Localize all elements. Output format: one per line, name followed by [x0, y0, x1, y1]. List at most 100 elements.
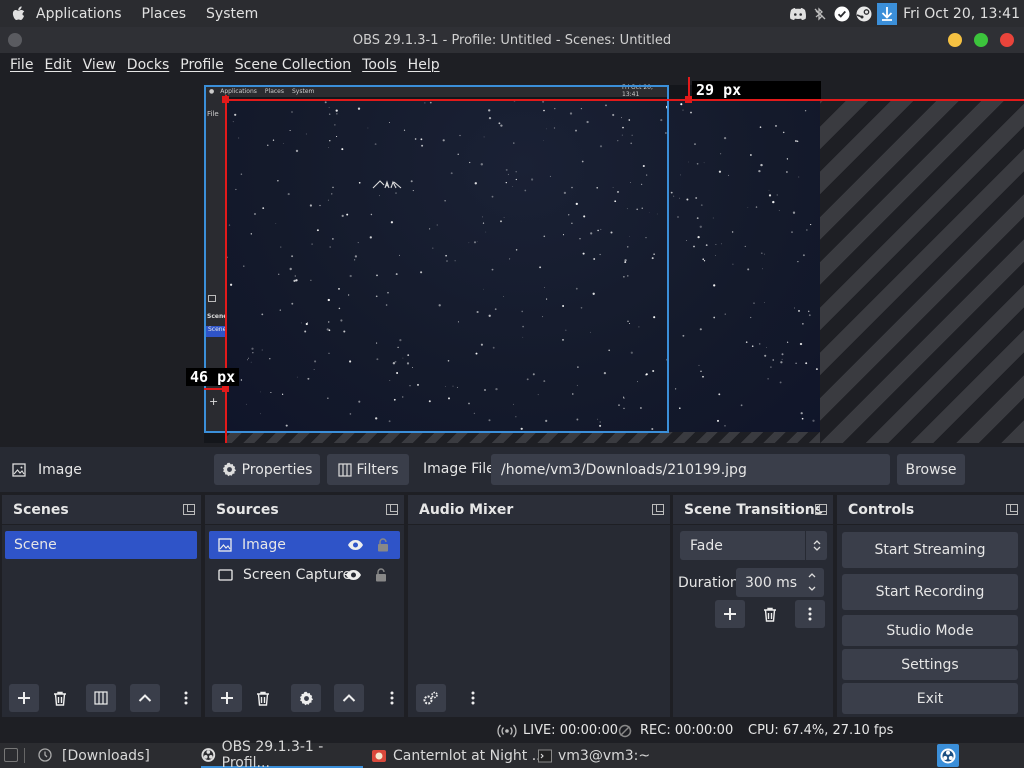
system-menu[interactable]: System [206, 6, 258, 22]
trash-icon [764, 607, 776, 622]
move-scene-up-button[interactable] [130, 684, 160, 712]
star [700, 204, 703, 206]
menu-view[interactable]: View [83, 57, 116, 73]
undock-icon[interactable] [386, 504, 398, 515]
star [758, 169, 761, 173]
download-icon[interactable] [877, 2, 898, 25]
window-title-bar[interactable]: OBS 29.1.3-1 - Profile: Untitled - Scene… [0, 27, 1024, 53]
star [720, 153, 722, 155]
lock-icon[interactable] [377, 538, 389, 552]
sources-dock: Sources Image Screen Capture [205, 495, 404, 717]
start-recording-button[interactable]: Start Recording [842, 574, 1018, 610]
bluetooth-off-icon[interactable] [811, 5, 829, 23]
source-properties-button[interactable] [291, 684, 321, 712]
menu-tools[interactable]: Tools [362, 57, 397, 73]
task-downloads[interactable]: [Downloads] [62, 743, 150, 768]
star [717, 419, 719, 422]
show-desktop-icon[interactable] [4, 748, 18, 762]
menu-help[interactable]: Help [408, 57, 440, 73]
maximize-button[interactable] [974, 33, 988, 47]
star [699, 328, 702, 331]
studio-mode-button[interactable]: Studio Mode [842, 615, 1018, 646]
star [674, 388, 677, 390]
transition-select[interactable]: Fade [680, 531, 827, 560]
checkmark-status-icon[interactable] [833, 5, 851, 23]
task-terminal[interactable]: vm3@vm3:~ [538, 743, 650, 768]
star [697, 235, 700, 239]
menu-scene-collection[interactable]: Scene Collection [235, 57, 351, 73]
visibility-eye-icon[interactable] [345, 569, 362, 581]
star [744, 245, 746, 247]
audio-settings-button[interactable] [416, 684, 446, 712]
remove-scene-button[interactable] [45, 684, 75, 712]
properties-button[interactable]: Properties [214, 454, 320, 485]
source-item-screen-capture[interactable]: Screen Capture [207, 561, 402, 589]
increment-arrow-icon[interactable] [807, 571, 817, 579]
remove-transition-button[interactable] [755, 600, 785, 628]
add-transition-button[interactable] [715, 600, 745, 628]
scene-filters-button[interactable] [86, 684, 116, 712]
undock-icon[interactable] [1006, 504, 1018, 515]
browse-button[interactable]: Browse [897, 454, 965, 485]
scene-list-item[interactable]: Scene [5, 531, 197, 559]
transition-selected: Fade [690, 537, 723, 554]
image-file-path-field[interactable]: /home/vm3/Downloads/210199.jpg [491, 454, 890, 485]
undock-icon[interactable] [652, 504, 664, 515]
star [687, 161, 689, 163]
star [782, 131, 785, 134]
star [812, 419, 815, 422]
filters-button[interactable]: Filters [327, 454, 409, 485]
star [745, 341, 748, 343]
menu-edit[interactable]: Edit [44, 57, 71, 73]
add-scene-button[interactable] [9, 684, 39, 712]
apple-menu-icon[interactable] [10, 5, 28, 23]
clock[interactable]: Fri Oct 20, 13:41 [903, 6, 1020, 22]
task-obs[interactable]: OBS 29.1.3-1 - Profil... [201, 739, 363, 768]
add-source-button[interactable] [212, 684, 242, 712]
close-button[interactable] [1000, 33, 1014, 47]
star [679, 407, 681, 409]
resize-handle-top-left[interactable] [222, 96, 229, 103]
star [696, 217, 699, 219]
decrement-arrow-icon[interactable] [807, 585, 817, 593]
applications-menu[interactable]: Applications [36, 6, 122, 22]
window-menu-icon[interactable] [8, 33, 22, 47]
source-more-button[interactable] [382, 684, 402, 712]
menu-docks[interactable]: Docks [127, 57, 169, 73]
settings-button[interactable]: Settings [842, 649, 1018, 680]
audio-more-button[interactable] [463, 684, 483, 712]
star [796, 140, 799, 143]
menu-file[interactable]: File [10, 57, 33, 73]
select-divider [805, 531, 806, 560]
discord-icon[interactable] [789, 5, 807, 23]
resize-handle-left[interactable] [222, 385, 229, 392]
plus-icon [18, 692, 30, 704]
move-source-up-button[interactable] [334, 684, 364, 712]
rec-time: REC: 00:00:00 [640, 723, 734, 738]
task-image-viewer[interactable]: Canternlot at Night ... [371, 743, 545, 768]
start-streaming-button[interactable]: Start Streaming [842, 532, 1018, 568]
star [755, 206, 758, 208]
source-item-image[interactable]: Image [209, 531, 400, 559]
minimize-button[interactable] [948, 33, 962, 47]
steam-icon[interactable] [855, 5, 873, 23]
star [802, 254, 805, 257]
lock-icon[interactable] [375, 568, 387, 582]
scene-more-button[interactable] [176, 684, 196, 712]
star [781, 358, 783, 360]
star [680, 174, 681, 176]
undock-icon[interactable] [183, 504, 195, 515]
source-selection-box[interactable] [204, 85, 669, 433]
top-edge-guide [222, 99, 1024, 101]
remove-source-button[interactable] [248, 684, 278, 712]
resize-handle-top[interactable] [685, 96, 692, 103]
visibility-eye-icon[interactable] [347, 539, 364, 551]
undock-icon[interactable] [815, 504, 827, 515]
places-menu[interactable]: Places [142, 6, 187, 22]
menu-profile[interactable]: Profile [180, 57, 224, 73]
exit-button[interactable]: Exit [842, 683, 1018, 714]
transition-more-button[interactable] [795, 600, 825, 628]
tray-obs-icon[interactable] [937, 744, 959, 767]
duration-spinbox[interactable]: 300 ms [736, 568, 824, 597]
menubar: File Edit View Docks Profile Scene Colle… [0, 53, 1024, 77]
